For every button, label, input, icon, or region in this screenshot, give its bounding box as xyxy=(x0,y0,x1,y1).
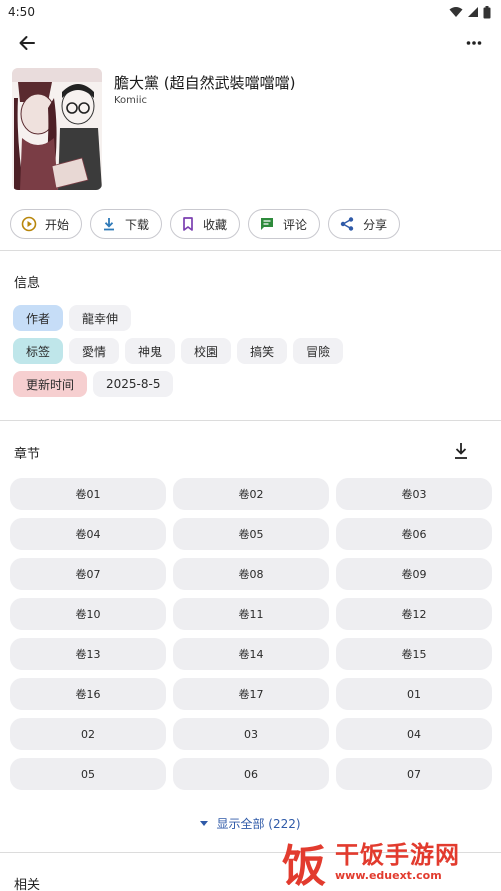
start-label: 开始 xyxy=(45,217,70,232)
chapter-button[interactable]: 卷13 xyxy=(10,638,166,670)
comic-source: Komiic xyxy=(114,95,147,106)
chapter-button[interactable]: 05 xyxy=(10,758,166,790)
back-button[interactable] xyxy=(14,30,40,56)
chapter-button[interactable]: 02 xyxy=(10,718,166,750)
app-bar xyxy=(0,26,501,58)
author-row: 作者 龍幸伸 xyxy=(13,305,343,331)
share-button[interactable]: 分享 xyxy=(328,209,401,239)
chapter-button[interactable]: 卷15 xyxy=(336,638,492,670)
divider-top xyxy=(0,250,501,251)
related-section-title: 相关 xyxy=(14,878,41,891)
author-key-chip: 作者 xyxy=(13,305,64,331)
tags-key-chip: 标签 xyxy=(13,338,64,364)
caret-down-icon xyxy=(200,820,209,826)
chapter-button[interactable]: 卷09 xyxy=(336,558,492,590)
info-section-title: 信息 xyxy=(14,276,41,291)
battery-icon xyxy=(483,5,491,18)
bookmark-icon xyxy=(183,217,193,231)
chapter-button[interactable]: 卷05 xyxy=(173,518,329,550)
tag-chip[interactable]: 冒險 xyxy=(293,338,344,364)
chapter-button[interactable]: 卷06 xyxy=(336,518,492,550)
favorite-label: 收藏 xyxy=(203,217,228,232)
play-circle-icon xyxy=(21,216,37,232)
share-label: 分享 xyxy=(363,217,388,232)
chapter-grid: 卷01 卷02 卷03 卷04 卷05 卷06 卷07 卷08 卷09 卷10 … xyxy=(10,478,492,790)
updated-row: 更新时间 2025-8-5 xyxy=(13,371,343,397)
signal-icon xyxy=(468,7,478,17)
chapter-button[interactable]: 卷17 xyxy=(173,678,329,710)
chapter-button[interactable]: 06 xyxy=(173,758,329,790)
status-icons xyxy=(449,5,491,19)
chapters-section-title: 章节 xyxy=(14,447,41,462)
tags-row: 标签 愛情 神鬼 校園 搞笑 冒險 xyxy=(13,338,344,364)
chapter-button[interactable]: 卷10 xyxy=(10,598,166,630)
download-label: 下载 xyxy=(125,217,150,232)
comic-title: 膽大黨 (超自然武裝噹噹噹) xyxy=(114,74,296,92)
comments-label: 评论 xyxy=(283,217,308,232)
updated-key-chip: 更新时间 xyxy=(13,371,88,397)
start-reading-button[interactable]: 开始 xyxy=(10,209,83,239)
chapter-button[interactable]: 卷03 xyxy=(336,478,492,510)
chapter-button[interactable]: 卷07 xyxy=(10,558,166,590)
chapter-button[interactable]: 卷08 xyxy=(173,558,329,590)
chapter-button[interactable]: 03 xyxy=(173,718,329,750)
action-bar: 开始 下载 收藏 评论 分享 xyxy=(10,209,401,239)
status-bar: 4:50 xyxy=(0,0,501,24)
chapter-button[interactable]: 01 xyxy=(336,678,492,710)
share-icon xyxy=(340,217,354,231)
tag-chip[interactable]: 神鬼 xyxy=(125,338,176,364)
chapter-button[interactable]: 卷11 xyxy=(173,598,329,630)
site-watermark: 饭 干饭手游网 www.eduext.com xyxy=(277,835,497,891)
watermark-logo: 饭 xyxy=(282,841,326,891)
favorite-button[interactable]: 收藏 xyxy=(170,209,241,239)
chapter-button[interactable]: 卷16 xyxy=(10,678,166,710)
comic-cover-image[interactable] xyxy=(12,68,102,190)
comments-button[interactable]: 评论 xyxy=(248,209,321,239)
download-button[interactable]: 下载 xyxy=(90,209,163,239)
tag-chip[interactable]: 校園 xyxy=(181,338,232,364)
info-rows: 作者 龍幸伸 标签 愛情 神鬼 校園 搞笑 冒險 更新时间 2025-8-5 xyxy=(13,305,344,404)
chapter-button[interactable]: 卷04 xyxy=(10,518,166,550)
chapter-button[interactable]: 卷02 xyxy=(173,478,329,510)
cover-illustration xyxy=(12,68,102,190)
chapter-button[interactable]: 04 xyxy=(336,718,492,750)
divider-middle xyxy=(0,420,501,421)
tag-chip[interactable]: 搞笑 xyxy=(237,338,288,364)
arrow-left-icon xyxy=(19,36,35,50)
download-all-icon xyxy=(455,443,467,459)
more-options-button[interactable] xyxy=(461,30,487,56)
download-all-button[interactable] xyxy=(451,441,471,461)
comment-icon xyxy=(261,218,274,230)
chapter-button[interactable]: 卷12 xyxy=(336,598,492,630)
watermark-url: www.eduext.com xyxy=(335,869,442,882)
watermark-title: 干饭手游网 xyxy=(335,841,460,869)
wifi-icon xyxy=(449,7,463,17)
chapter-button[interactable]: 卷14 xyxy=(173,638,329,670)
author-value-chip[interactable]: 龍幸伸 xyxy=(69,305,132,331)
show-all-button[interactable]: 显示全部 (222) xyxy=(0,815,501,832)
watermark-text: 干饭手游网 www.eduext.com xyxy=(335,841,460,883)
chapter-button[interactable]: 卷01 xyxy=(10,478,166,510)
download-icon xyxy=(104,218,115,231)
more-vert-icon xyxy=(466,41,482,45)
tag-chip[interactable]: 愛情 xyxy=(69,338,120,364)
updated-value-chip: 2025-8-5 xyxy=(93,371,174,397)
chapter-button[interactable]: 07 xyxy=(336,758,492,790)
status-time: 4:50 xyxy=(8,5,35,19)
